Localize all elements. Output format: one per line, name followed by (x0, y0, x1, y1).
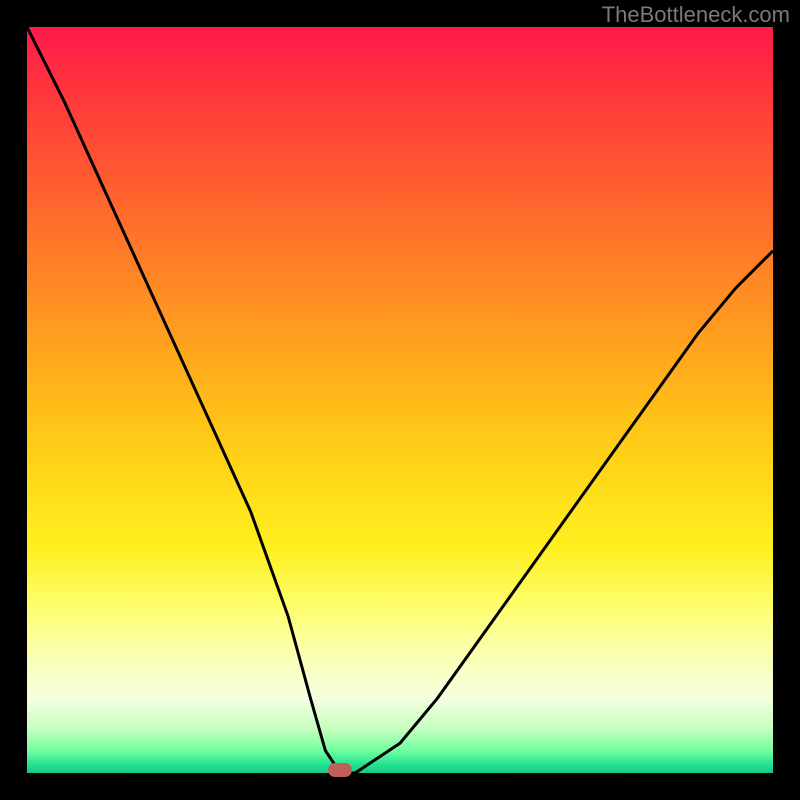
bottleneck-curve (27, 27, 773, 773)
chart-container: TheBottleneck.com (0, 0, 800, 800)
watermark-text: TheBottleneck.com (602, 2, 790, 28)
optimal-point-marker (328, 763, 352, 777)
